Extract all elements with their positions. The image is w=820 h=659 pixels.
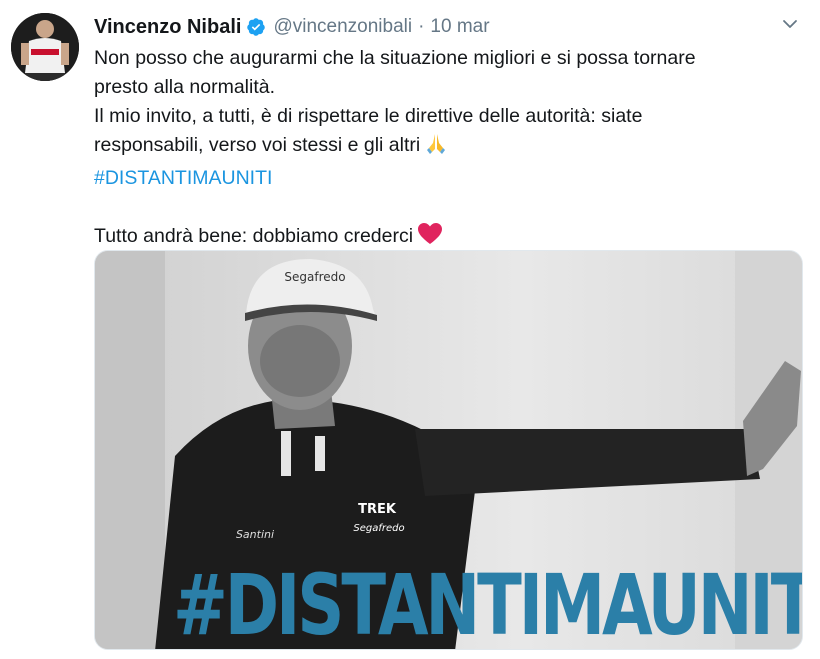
tweet-line-2: presto alla normalità. <box>94 76 276 98</box>
separator-dot: · <box>418 16 425 37</box>
folded-hands-emoji <box>424 131 448 164</box>
tweet-line-1: Non posso che augurarmi che la situazion… <box>94 47 696 69</box>
tweet-card[interactable]: Vincenzo Nibali @vincenzonibali · 10 mar… <box>0 0 820 659</box>
display-name[interactable]: Vincenzo Nibali <box>94 16 241 39</box>
cap-logo-text: Segafredo <box>284 270 345 284</box>
tweet-header: Vincenzo Nibali @vincenzonibali · 10 mar <box>94 10 490 44</box>
tweet-media-image[interactable]: Segafredo TREK Segafredo Santini #DISTAN… <box>94 250 803 650</box>
tweet-date[interactable]: 10 mar <box>430 16 489 38</box>
avatar[interactable] <box>11 13 79 81</box>
jersey-brand-text: TREK <box>358 502 397 517</box>
jersey-maker-text: Santini <box>236 528 274 541</box>
tweet-text: Non posso che augurarmi che la situazion… <box>94 44 794 255</box>
chevron-down-icon[interactable] <box>780 14 800 34</box>
verified-badge-icon <box>246 17 266 37</box>
user-handle[interactable]: @vincenzonibali <box>273 16 412 38</box>
jersey-sponsor-text: Segafredo <box>353 523 404 534</box>
media-caption-hashtag: #DISTANTIMAUNITI <box>172 556 803 650</box>
tweet-line-4: responsabili, verso voi stessi e gli alt… <box>94 134 421 156</box>
tweet-line-3: Il mio invito, a tutti, è di rispettare … <box>94 105 643 127</box>
tweet-line-4-wrap: responsabili, verso voi stessi e gli alt… <box>94 131 794 164</box>
hashtag-link[interactable]: #DISTANTIMAUNITI <box>94 164 794 193</box>
tweet-line-closing: Tutto andrà bene: dobbiamo crederci <box>94 225 414 247</box>
